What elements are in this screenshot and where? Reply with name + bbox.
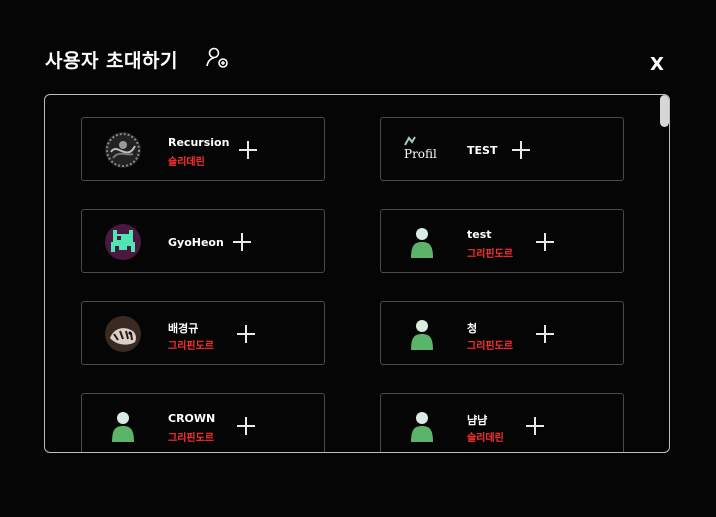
invite-plus-button[interactable] <box>526 417 544 435</box>
broken-image-icon: Profil <box>403 132 443 168</box>
photo-avatar-icon <box>105 316 141 352</box>
user-card: GyoHeon <box>81 209 325 273</box>
user-card: Recursion 슬리데린 <box>81 117 325 181</box>
invite-plus-button[interactable] <box>536 233 554 251</box>
image-placeholder-icon <box>404 136 416 146</box>
invite-plus-button[interactable] <box>237 417 255 435</box>
user-card: test 그리핀도르 <box>380 209 624 273</box>
default-user-icon <box>411 412 433 442</box>
avatar-alt-text: Profil <box>404 147 437 161</box>
user-name: test <box>467 228 492 241</box>
modal-title: 사용자 초대하기 <box>45 50 178 72</box>
pixel-monster-avatar-icon <box>105 224 141 260</box>
invite-plus-button[interactable] <box>233 233 251 251</box>
invite-plus-button[interactable] <box>512 141 530 159</box>
add-user-icon <box>206 47 228 68</box>
scrollbar[interactable] <box>659 95 669 452</box>
user-name: 냠냠 <box>467 414 488 427</box>
user-team: 그리핀도르 <box>467 341 513 352</box>
user-name: 청 <box>467 322 478 335</box>
default-user-icon <box>112 412 134 442</box>
user-name: Recursion <box>168 136 230 149</box>
invite-user-modal: 사용자 초대하기 X Recursion 슬리데린 Profil TEST Gy… <box>0 0 716 517</box>
user-team: 그리핀도르 <box>168 341 214 352</box>
default-user-icon <box>411 228 433 258</box>
photo-avatar-icon <box>105 132 141 168</box>
user-name: 배경규 <box>168 322 199 335</box>
close-button[interactable]: X <box>650 54 664 75</box>
user-list[interactable]: Recursion 슬리데린 Profil TEST GyoHeon test … <box>44 94 670 453</box>
default-user-icon <box>411 320 433 350</box>
user-card: 배경규 그리핀도르 <box>81 301 325 365</box>
scrollbar-thumb[interactable] <box>660 95 669 127</box>
user-team: 그리핀도르 <box>467 249 513 260</box>
user-card: 냠냠 슬리데린 <box>380 393 624 452</box>
user-team: 그리핀도르 <box>168 433 214 444</box>
user-card: 청 그리핀도르 <box>380 301 624 365</box>
user-team: 슬리데린 <box>467 433 504 444</box>
invite-plus-button[interactable] <box>237 325 255 343</box>
user-team: 슬리데린 <box>168 157 205 168</box>
user-name: CROWN <box>168 412 216 425</box>
invite-plus-button[interactable] <box>536 325 554 343</box>
user-name: GyoHeon <box>168 236 224 249</box>
user-name: TEST <box>467 144 498 157</box>
user-card: Profil TEST <box>380 117 624 181</box>
user-card: CROWN 그리핀도르 <box>81 393 325 452</box>
invite-plus-button[interactable] <box>239 141 257 159</box>
